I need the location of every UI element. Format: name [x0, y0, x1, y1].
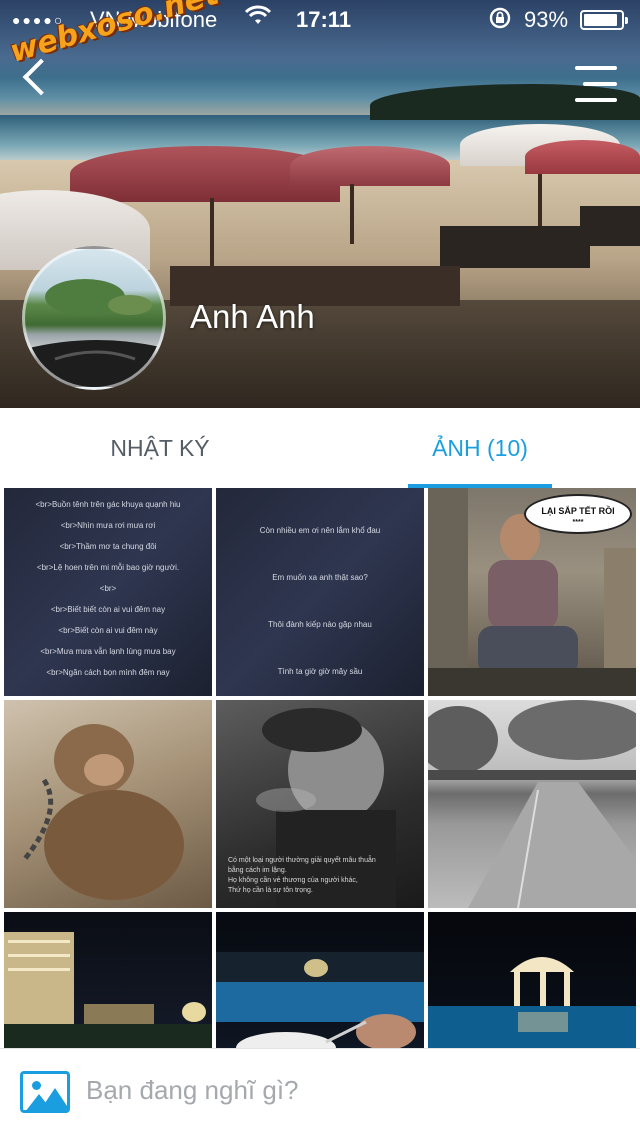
night-hotel-illustration [4, 932, 212, 1048]
photo-thumbnail[interactable]: LẠI SẮP TẾT RỒI **** [428, 488, 636, 696]
poem-line: <br>Biết còn ai vui đêm này [58, 626, 158, 635]
night-pool-illustration [216, 952, 424, 1048]
photo-thumbnail[interactable] [4, 912, 212, 1048]
post-composer[interactable]: Bạn đang nghĩ gì? [0, 1048, 640, 1137]
photo-thumbnail[interactable] [4, 700, 212, 908]
poem-line: <br>Biết biết còn ai vui đêm nay [50, 605, 166, 614]
monkey-illustration [22, 724, 184, 900]
poem-line: <br> [99, 584, 117, 593]
poem-line: <br>Buồn tênh trên gác khuya quạnh hiu [35, 500, 181, 509]
speech-bubble-sub: **** [572, 519, 584, 526]
cover-umbrella [290, 146, 450, 186]
photo-thumbnail[interactable] [428, 700, 636, 908]
battery-icon [580, 10, 628, 30]
cover-chairs [440, 226, 590, 268]
tab-photos-label: ẢNH (10) [432, 435, 528, 461]
profile-tabs: NHẬT KÝ ẢNH (10) [0, 408, 640, 488]
clock: 17:11 [296, 7, 352, 32]
poem-line: <br>Nhìn mưa rơi mưa rơi [60, 521, 156, 530]
photo-thumbnail[interactable]: Còn nhiều em ơi nên lắm khổ đau Em muốn x… [216, 488, 424, 696]
avatar[interactable] [22, 246, 166, 390]
poem-text: Còn nhiều em ơi nên lắm khổ đau Em muốn x… [216, 526, 424, 676]
poem-line: Tình ta giờ giờ mây sầu [277, 667, 363, 676]
composer-placeholder[interactable]: Bạn đang nghĩ gì? [86, 1075, 299, 1106]
photo-grid: <br>Buồn tênh trên gác khuya quạnh hiu <b… [0, 488, 640, 1048]
poem-line: Thôi đành kiếp nào gặp nhau [268, 620, 372, 629]
quote-line: Thứ họ cần là sự tôn trọng. [228, 887, 313, 894]
poem-line: <br>Ngăn cách bọn mình đêm nay [46, 668, 170, 677]
cover-umbrella-pole [350, 184, 354, 244]
photo-thumbnail[interactable] [216, 912, 424, 1048]
profile-name: Anh Anh [190, 298, 315, 335]
quote-line: bằng cách im lặng. [228, 867, 287, 874]
poem-line: Em muốn xa anh thật sao? [272, 573, 368, 582]
battery-percent: 93% [524, 7, 569, 32]
poem-line: <br>Lệ hoen trên mi mỗi bao giờ người. [36, 563, 180, 572]
battery-fill [584, 14, 618, 26]
poem-line: <br>Thầm mơ ta chung đôi [59, 542, 157, 551]
speech-bubble: LẠI SẮP TẾT RỒI **** [524, 494, 632, 534]
battery-tip [625, 17, 628, 24]
gazebo-illustration [428, 957, 636, 1048]
menu-icon[interactable] [575, 66, 617, 102]
photo-thumbnail[interactable] [428, 912, 636, 1048]
poem-line: <br>Mưa mưa vẫn lạnh lùng mưa bay [40, 647, 176, 656]
tab-diary[interactable]: NHẬT KÝ [60, 408, 260, 488]
image-icon[interactable] [20, 1071, 70, 1113]
poem-line: Còn nhiều em ơi nên lắm khổ đau [259, 526, 381, 535]
cover-umbrella-pole [538, 164, 542, 234]
street-illustration [428, 700, 636, 908]
poem-text: <br>Buồn tênh trên gác khuya quạnh hiu <b… [4, 500, 212, 677]
wifi-icon [244, 4, 272, 35]
cover-chairs [580, 206, 640, 246]
rotation-lock-icon [488, 6, 512, 36]
speech-bubble-text: LẠI SẮP TẾT RỒI [541, 506, 615, 516]
tab-photos[interactable]: ẢNH (10) [408, 408, 552, 488]
photo-thumbnail[interactable]: <br>Buồn tênh trên gác khuya quạnh hiu <b… [4, 488, 212, 696]
image-icon-mountain [39, 1088, 67, 1110]
quote-text: Có một loại người thường giải quyết mâu … [228, 856, 418, 896]
photo-thumbnail[interactable]: Có một loại người thường giải quyết mâu … [216, 700, 424, 908]
quote-line: Có một loại người thường giải quyết mâu … [228, 857, 376, 864]
cover-umbrella [525, 140, 640, 174]
quote-line: Họ không cần vẻ thương của người khác, [228, 877, 358, 884]
